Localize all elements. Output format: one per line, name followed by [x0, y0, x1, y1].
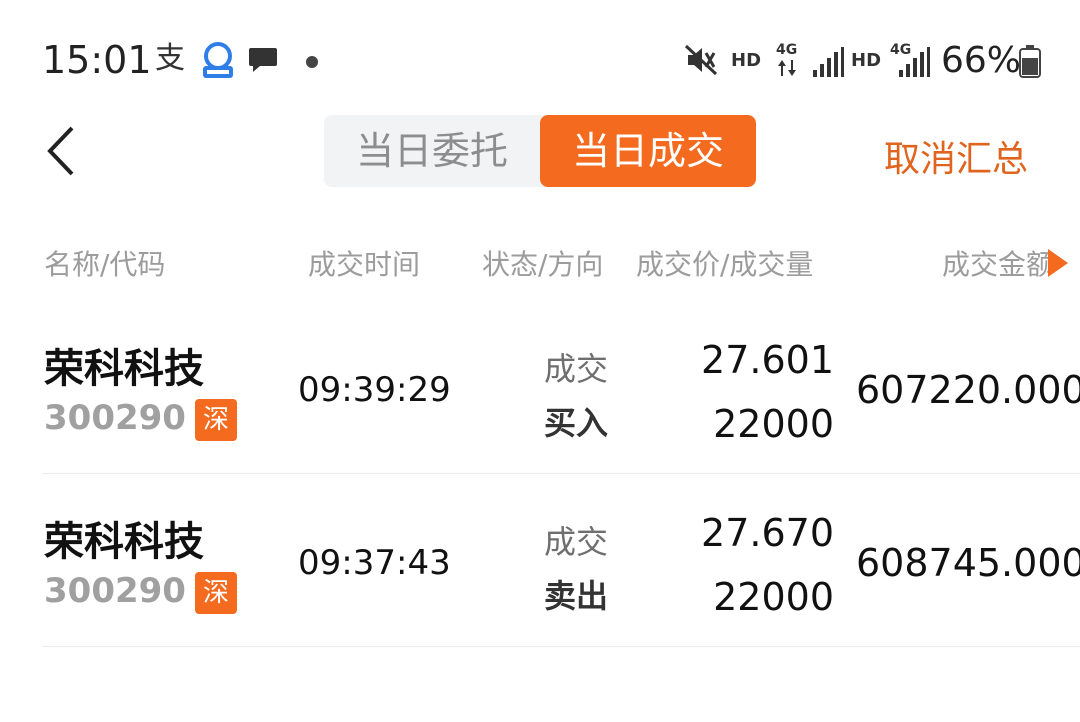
trade-status: 成交	[544, 523, 609, 561]
trade-volume: 22000	[713, 575, 834, 619]
column-header-trade-time: 成交时间	[308, 248, 421, 281]
alipay-icon: 支	[155, 41, 185, 76]
mute-vibrate-icon	[684, 44, 718, 76]
market-badge: 深	[195, 572, 237, 614]
hd-label: HD	[851, 50, 882, 71]
row-divider	[42, 646, 1080, 647]
column-header-amount: 成交金额	[942, 248, 1048, 281]
tab-today-orders[interactable]: 当日委托	[324, 115, 540, 187]
column-header-price-volume: 成交价/成交量	[636, 248, 814, 281]
status-time: 15:01	[42, 38, 152, 82]
trade-amount: 608745.000	[856, 541, 1080, 585]
tab-switcher: 当日委托 当日成交	[324, 115, 756, 187]
back-arrow-icon[interactable]	[40, 124, 84, 178]
cancel-summary-button[interactable]: 取消汇总	[884, 130, 1028, 182]
scroll-right-icon[interactable]	[1046, 247, 1070, 279]
stock-name: 荣科科技	[44, 346, 204, 392]
network-type-label: 4G	[776, 42, 798, 58]
message-icon	[249, 48, 277, 72]
trade-price: 27.670	[701, 511, 834, 555]
trade-amount: 607220.000	[856, 368, 1080, 412]
data-arrows-icon	[778, 60, 796, 76]
stock-code: 300290	[44, 398, 186, 438]
battery-icon	[1019, 45, 1041, 78]
dot-icon	[306, 56, 318, 68]
row-divider	[42, 473, 1080, 474]
trade-time: 09:39:29	[298, 370, 451, 410]
column-header-status-direction: 状态/方向	[482, 248, 604, 281]
tab-today-trades[interactable]: 当日成交	[540, 115, 756, 187]
trade-direction: 买入	[544, 404, 609, 442]
stock-name: 荣科科技	[44, 519, 204, 565]
column-header-name-code: 名称/代码	[44, 248, 166, 281]
market-badge: 深	[195, 399, 237, 441]
battery-percent: 66%	[941, 40, 1022, 81]
trade-volume: 22000	[713, 402, 834, 446]
assistant-bot-icon	[203, 42, 233, 78]
trade-direction: 卖出	[544, 577, 609, 615]
trade-status: 成交	[544, 350, 609, 388]
trade-time: 09:37:43	[298, 543, 451, 583]
hd-label: HD	[731, 50, 762, 71]
signal-icon	[813, 47, 844, 77]
signal-icon	[899, 47, 930, 77]
stock-code: 300290	[44, 571, 186, 611]
trade-price: 27.601	[701, 338, 834, 382]
